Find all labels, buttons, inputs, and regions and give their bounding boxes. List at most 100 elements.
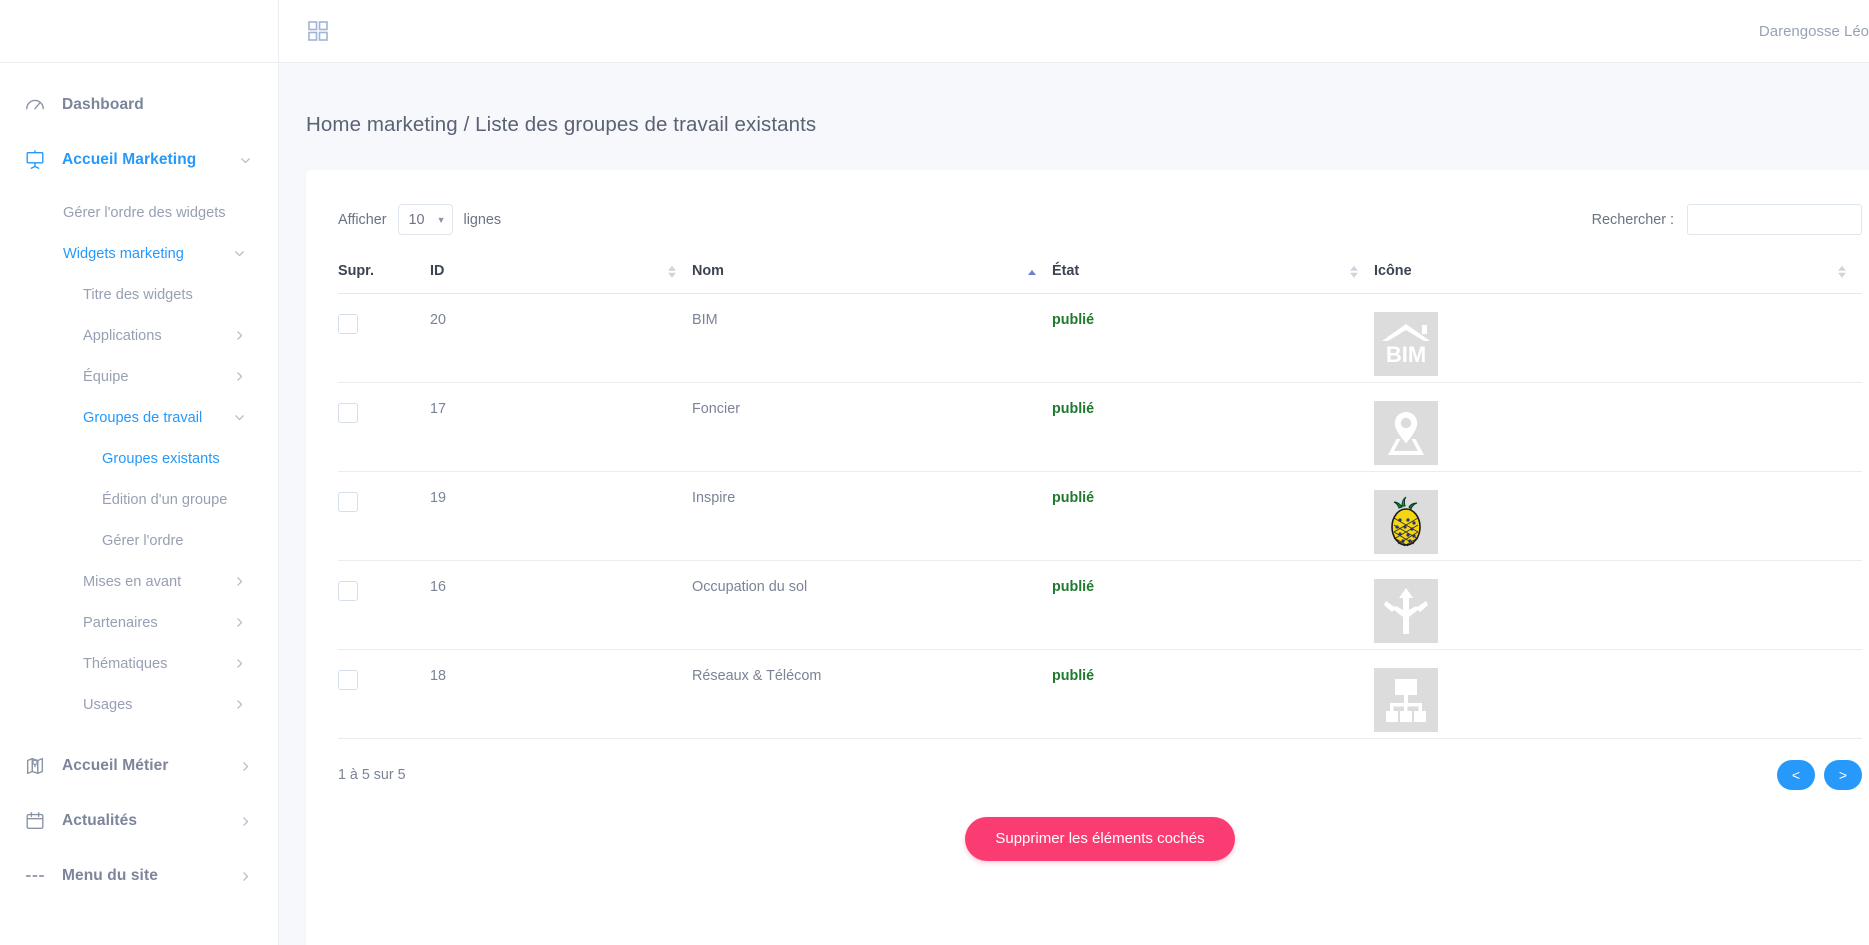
chevron-down-icon[interactable] — [239, 154, 252, 167]
sidebar-item-accueil-marketing[interactable]: Accueil Marketing — [0, 144, 278, 176]
sidebar: Dashboard Accueil Marketing Gérer l'ordre… — [0, 0, 279, 945]
column-label: Supr. — [338, 262, 374, 279]
search-input[interactable] — [1687, 204, 1862, 236]
groups-table: Supr. ID Nom État Icône 20 BIM publié BIM 17… — [338, 253, 1862, 739]
page-length-label-before: Afficher — [338, 211, 387, 228]
row-checkbox[interactable] — [338, 313, 358, 334]
table-header-nom[interactable]: Nom — [692, 253, 1052, 294]
sort-indicator-icon[interactable] — [1350, 266, 1358, 279]
chevron-right-icon[interactable] — [233, 698, 246, 711]
delete-checked-button[interactable]: Supprimer les éléments cochés — [965, 816, 1235, 861]
column-label: Nom — [692, 262, 724, 279]
sidebar-item-groupes-de-travail[interactable]: Groupes de travail — [0, 404, 278, 431]
chevron-right-icon[interactable] — [233, 329, 246, 342]
pagination-controls: < > — [1777, 759, 1862, 790]
cell-nom: BIM — [692, 293, 1052, 383]
menu-dashes-icon — [18, 865, 52, 887]
sidebar-item-label: Usages — [83, 696, 133, 713]
user-name[interactable]: Darengosse Léo — [1759, 23, 1869, 40]
table-header-tat[interactable]: État — [1052, 253, 1374, 294]
sidebar-item-label: Accueil Marketing — [62, 151, 197, 168]
map-pin-icon — [18, 755, 52, 777]
chevron-down-icon[interactable] — [233, 247, 246, 260]
sidebar-item-g-rer-l-ordre[interactable]: Gérer l'ordre — [0, 527, 278, 554]
chevron-right-icon[interactable] — [239, 760, 252, 773]
datatable-controls: Afficher 10 ▼ lignes Rechercher : — [338, 198, 1862, 242]
cell-nom: Réseaux & Télécom — [692, 649, 1052, 739]
sidebar-item-label: Gérer l'ordre des widgets — [63, 204, 226, 221]
sidebar-item-accueil-m-tier[interactable]: Accueil Métier — [0, 750, 278, 782]
cell-etat: publié — [1052, 560, 1374, 650]
sort-indicator-icon[interactable] — [1028, 270, 1036, 276]
pagination-next-button[interactable]: > — [1824, 759, 1862, 790]
chevron-right-icon[interactable] — [233, 657, 246, 670]
cell-etat: publié — [1052, 382, 1374, 472]
table-header-id[interactable]: ID — [430, 253, 692, 294]
cell-supr — [338, 293, 430, 383]
page-length-select[interactable]: 10 ▼ — [397, 204, 453, 236]
chevron-down-icon[interactable] — [233, 411, 246, 424]
chevron-right-icon[interactable] — [239, 815, 252, 828]
cell-icone — [1374, 649, 1862, 739]
row-checkbox[interactable] — [338, 402, 358, 423]
content-area: Home marketing / Liste des groupes de tr… — [279, 63, 1869, 945]
sidebar-logo-area — [0, 0, 278, 63]
status-badge: publié — [1052, 311, 1095, 328]
app-root: Dashboard Accueil Marketing Gérer l'ordre… — [0, 0, 1869, 945]
sidebar-item-titre-des-widgets[interactable]: Titre des widgets — [0, 281, 278, 308]
sidebar-item-widgets-marketing[interactable]: Widgets marketing — [0, 240, 278, 267]
sidebar-item-label: Gérer l'ordre — [102, 532, 184, 549]
row-checkbox[interactable] — [338, 580, 358, 601]
sidebar-item-label: Titre des widgets — [83, 286, 193, 303]
sidebar-nav: Dashboard Accueil Marketing Gérer l'ordre… — [0, 63, 278, 945]
sidebar-item-g-rer-l-ordre-des-widgets[interactable]: Gérer l'ordre des widgets — [0, 199, 278, 226]
presentation-board-icon — [18, 149, 52, 171]
sidebar-item-label: Widgets marketing — [63, 245, 184, 262]
page-title: Home marketing / Liste des groupes de tr… — [306, 112, 817, 136]
sidebar-item-th-matiques[interactable]: Thématiques — [0, 650, 278, 677]
chevron-right-icon[interactable] — [233, 370, 246, 383]
chevron-right-icon[interactable] — [233, 616, 246, 629]
table-header-row: Supr. ID Nom État Icône — [338, 253, 1862, 294]
pagination-prev-button[interactable]: < — [1777, 759, 1815, 790]
sidebar-item-usages[interactable]: Usages — [0, 691, 278, 718]
sidebar-item-quipe[interactable]: Équipe — [0, 363, 278, 390]
cell-icone — [1374, 382, 1862, 472]
cell-nom: Occupation du sol — [692, 560, 1052, 650]
sidebar-item-actualit-s[interactable]: Actualités — [0, 805, 278, 837]
cell-supr — [338, 382, 430, 472]
search-control: Rechercher : — [1592, 204, 1862, 236]
sidebar-item-menu-du-site[interactable]: Menu du site — [0, 860, 278, 892]
bim-house-icon: BIM — [1374, 311, 1438, 376]
table-header-ic-ne[interactable]: Icône — [1374, 253, 1862, 294]
sidebar-item-groupes-existants[interactable]: Groupes existants — [0, 445, 278, 472]
page-length-label-after: lignes — [463, 211, 502, 228]
arrows-split-icon — [1374, 578, 1438, 643]
table-body: 20 BIM publié BIM 17 Foncier publié 19 I… — [338, 293, 1862, 739]
chevron-right-icon[interactable] — [239, 870, 252, 883]
top-bar: Darengosse Léo — [279, 0, 1869, 63]
cell-etat: publié — [1052, 649, 1374, 739]
table-row: 18 Réseaux & Télécom publié — [338, 649, 1862, 739]
row-checkbox[interactable] — [338, 491, 358, 512]
cell-id: 19 — [430, 471, 692, 561]
sidebar-item-partenaires[interactable]: Partenaires — [0, 609, 278, 636]
sidebar-item-label: Équipe — [83, 368, 129, 385]
sort-indicator-icon[interactable] — [1838, 266, 1846, 279]
sidebar-item-label: Menu du site — [62, 867, 158, 884]
sidebar-item-mises-en-avant[interactable]: Mises en avant — [0, 568, 278, 595]
network-tree-icon — [1374, 667, 1438, 732]
sidebar-item-dition-d-un-groupe[interactable]: Édition d'un groupe — [0, 486, 278, 513]
row-checkbox[interactable] — [338, 669, 358, 690]
table-row: 19 Inspire publié — [338, 471, 1862, 561]
cell-icone — [1374, 560, 1862, 650]
delete-action-area: Supprimer les éléments cochés — [338, 790, 1862, 861]
cell-supr — [338, 471, 430, 561]
sort-indicator-icon[interactable] — [668, 266, 676, 279]
cell-id: 18 — [430, 649, 692, 739]
grid-icon[interactable] — [303, 16, 333, 46]
sidebar-item-label: Édition d'un groupe — [102, 491, 228, 508]
sidebar-item-applications[interactable]: Applications — [0, 322, 278, 349]
chevron-right-icon[interactable] — [233, 575, 246, 588]
sidebar-item-dashboard[interactable]: Dashboard — [0, 89, 278, 121]
